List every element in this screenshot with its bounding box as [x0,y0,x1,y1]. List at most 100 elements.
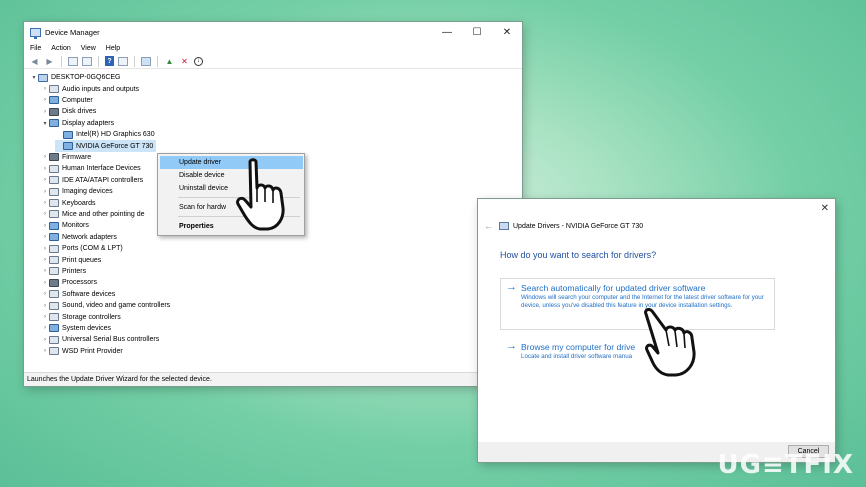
tree-node-ports[interactable]: › Ports (COM & LPT) [41,243,123,254]
tree-node-processors[interactable]: › Processors [41,277,97,288]
tree-node-hid[interactable]: › Human Interface Devices [41,163,141,174]
toolbar-separator [98,55,99,67]
right-arrow-icon: → [506,340,517,352]
tree-node-disk-drives[interactable]: › Disk drives [41,106,96,117]
update-driver-icon[interactable]: ▲ [164,56,175,66]
expand-caret-icon[interactable]: › [41,325,49,331]
device-icon [499,222,509,230]
tree-node-nvidia-selected[interactable]: NVIDIA GeForce GT 730 [55,140,157,152]
dialog-title: Update Drivers - NVIDIA GeForce GT 730 [513,222,644,230]
tree-node-ide[interactable]: › IDE ATA/ATAPI controllers [41,175,143,186]
expand-caret-icon[interactable]: › [41,109,49,115]
tree-node-label: Software devices [62,290,116,298]
tree-node-label: Network adapters [62,233,117,241]
monitor-icon [49,96,59,105]
forward-arrow-icon[interactable]: ▶ [44,56,55,66]
speaker-icon [49,85,59,94]
menu-action[interactable]: Action [51,45,70,52]
tree-node-label: IDE ATA/ATAPI controllers [62,176,144,184]
toolbar-separator [134,55,135,67]
device-manager-icon [30,27,41,39]
tree-node-mice[interactable]: › Mice and other pointing de [41,209,145,220]
expand-caret-icon[interactable]: › [41,223,49,229]
monitor-icon [49,221,59,230]
uninstall-x-icon[interactable]: ✕ [179,56,190,66]
back-arrow-icon[interactable]: ◀ [29,56,40,66]
tree-node-keyboards[interactable]: › Keyboards [41,197,95,208]
toolbar-separator [61,55,62,67]
show-hide-console-tree-icon[interactable] [68,56,78,66]
back-arrow-icon[interactable]: ← [484,221,493,231]
tree-node-label: Storage controllers [62,313,121,321]
expand-caret-icon[interactable]: › [41,291,49,297]
tree-node-firmware[interactable]: › Firmware [41,152,91,163]
tree-node-label: Computer [62,96,93,104]
expand-caret-icon[interactable]: › [41,246,49,252]
window-title: Device Manager [45,27,100,37]
expand-caret-icon[interactable]: › [41,257,49,263]
expand-caret-icon[interactable]: › [41,97,49,103]
toolbar: ◀ ▶ ? ▲ ✕ ↓ [24,54,522,69]
tree-node-storage[interactable]: › Storage controllers [41,311,121,322]
properties-icon[interactable] [82,56,92,66]
expand-caret-icon[interactable]: › [41,211,49,217]
tree-node-software-devices[interactable]: › Software devices [41,289,115,300]
tree-node-label: Keyboards [62,199,96,207]
tree-node-wsd[interactable]: › WSD Print Provider [41,346,123,357]
expand-caret-icon[interactable]: › [41,348,49,354]
expand-caret-icon[interactable]: › [41,177,49,183]
scan-hardware-icon[interactable] [141,56,151,66]
menu-file[interactable]: File [30,45,41,52]
menu-view[interactable]: View [81,45,96,52]
expand-caret-icon[interactable]: › [41,189,49,195]
tree-node-system[interactable]: › System devices [41,323,111,334]
expand-caret-icon[interactable]: › [41,303,49,309]
tree-node-audio[interactable]: › Audio inputs and outputs [41,83,139,94]
pointing-hand-icon [236,158,285,231]
system-icon [49,324,59,333]
tree-node-label: Universal Serial Bus controllers [62,336,160,344]
tree-node-intel-graphics[interactable]: Intel(R) HD Graphics 630 [55,129,155,140]
expand-caret-icon[interactable]: › [41,268,49,274]
tree-node-sound[interactable]: › Sound, video and game controllers [41,300,170,311]
expand-caret-icon[interactable]: › [41,200,49,206]
help-icon[interactable]: ? [105,56,114,66]
tree-node-usb[interactable]: › Universal Serial Bus controllers [41,334,159,345]
tree-node-print-queues[interactable]: › Print queues [41,254,101,265]
keyboard-icon [49,199,59,208]
tree-node-label: Human Interface Devices [62,165,141,173]
menu-bar: File Action View Help [24,42,522,54]
tree-node-printers[interactable]: › Printers [41,266,86,277]
tree-node-label: Disk drives [62,108,97,116]
tree-node-network[interactable]: › Network adapters [41,232,117,243]
expand-caret-icon[interactable]: › [41,234,49,240]
display-adapter-icon [63,130,73,139]
maximize-button[interactable]: ☐ [462,22,492,42]
expand-caret-icon[interactable]: › [41,166,49,172]
expand-caret-icon[interactable]: › [41,280,49,286]
menu-help[interactable]: Help [106,45,120,52]
expand-caret-icon[interactable]: › [41,86,49,92]
usb-icon [49,335,59,344]
speaker-icon [49,301,59,310]
collapse-caret-icon[interactable]: ▾ [41,120,49,127]
tree-node-label: Audio inputs and outputs [62,85,140,93]
tree-node-label: WSD Print Provider [62,347,123,355]
close-button[interactable]: ✕ [492,22,522,42]
tree-node-label: Processors [62,279,98,287]
tree-node-imaging[interactable]: › Imaging devices [41,186,113,197]
tree-node-label: Ports (COM & LPT) [62,245,123,253]
expand-caret-icon[interactable]: › [41,154,49,160]
device-view-icon[interactable] [118,56,128,66]
tree-node-display-adapters[interactable]: ▾ Display adapters [41,118,114,129]
tree-node-monitors[interactable]: › Monitors [41,220,89,231]
tree-node-root[interactable]: ▾ DESKTOP-0GQ6CEG [30,72,121,83]
expand-caret-icon[interactable]: › [41,337,49,343]
expand-caret-icon[interactable]: › [41,314,49,320]
dialog-header: ← Update Drivers - NVIDIA GeForce GT 730 [484,221,643,231]
tree-node-computer[interactable]: › Computer [41,95,93,106]
disable-device-icon[interactable]: ↓ [194,56,203,66]
close-button[interactable]: ✕ [821,203,829,214]
minimize-button[interactable]: — [432,22,462,42]
collapse-caret-icon[interactable]: ▾ [30,74,38,81]
